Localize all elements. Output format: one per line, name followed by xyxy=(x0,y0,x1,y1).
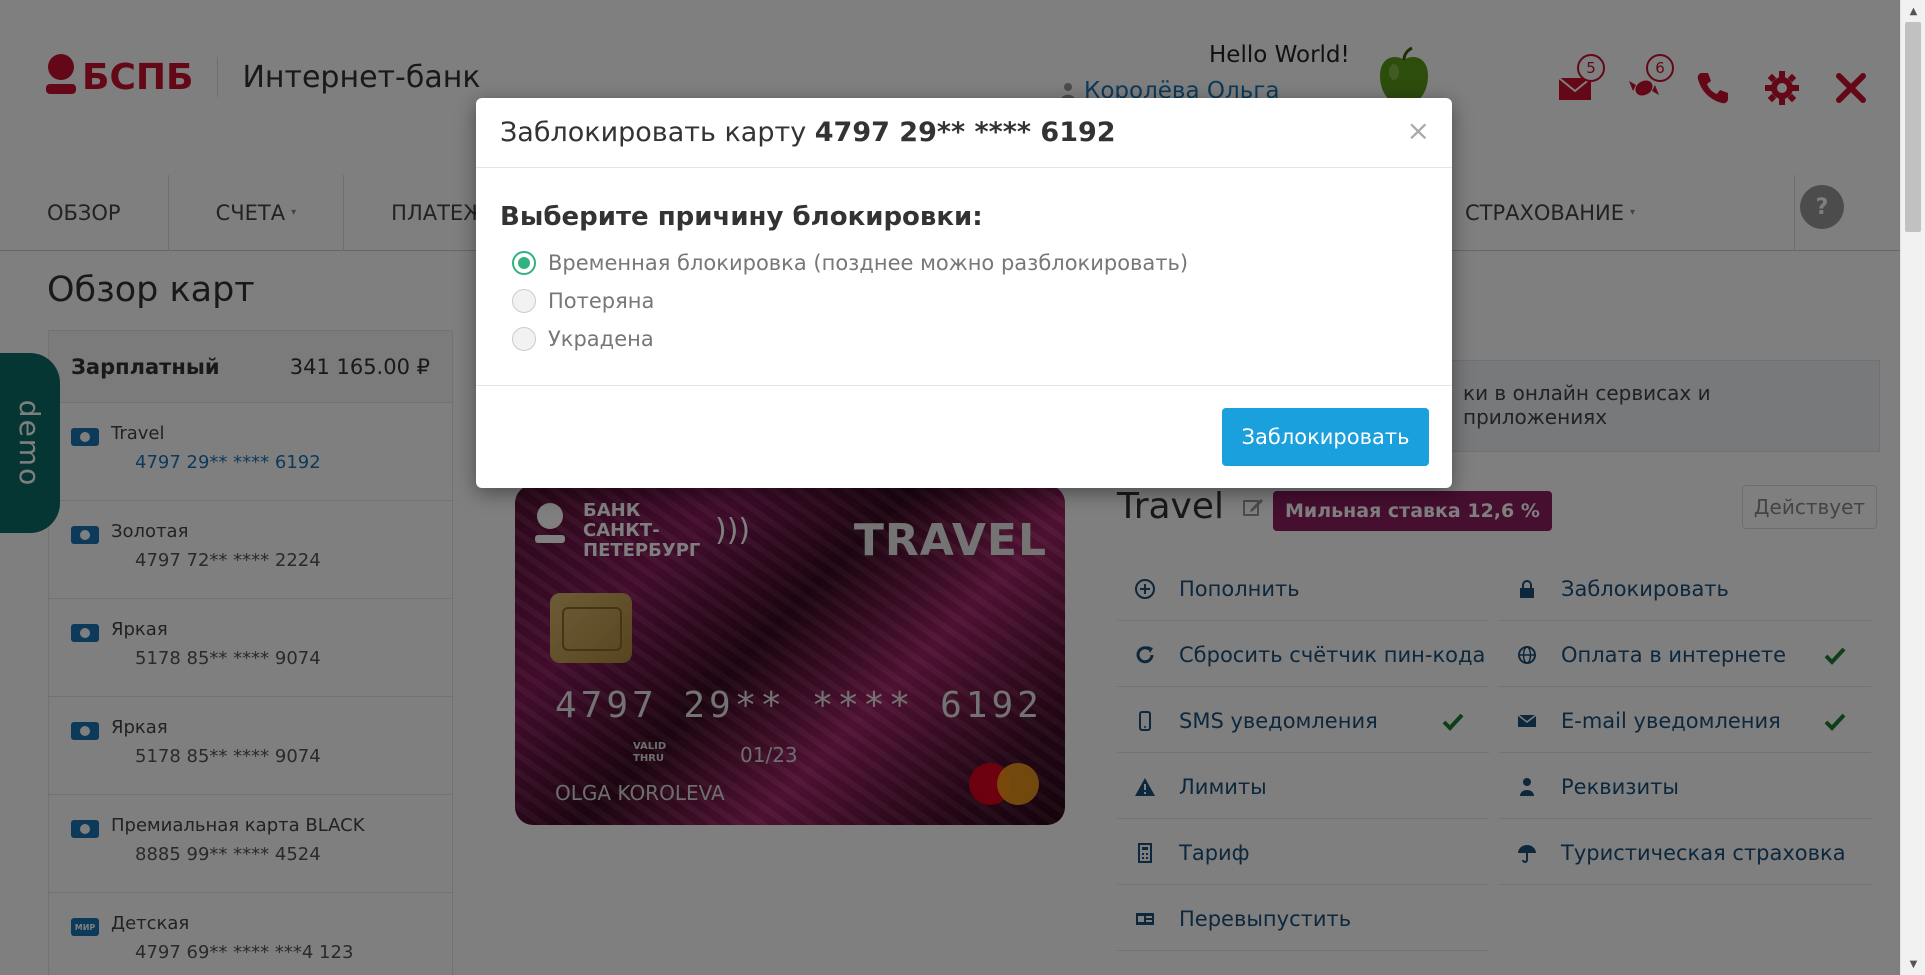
radio[interactable] xyxy=(512,327,536,351)
modal-body: Выберите причину блокировки: Временная б… xyxy=(476,168,1452,386)
block-card-submit-button[interactable]: Заблокировать xyxy=(1222,408,1429,466)
scroll-down-arrow-icon[interactable]: ▼ xyxy=(1901,953,1925,975)
block-reason-temporary[interactable]: Временная блокировка (позднее можно разб… xyxy=(500,244,1428,282)
modal-title: Заблокировать карту 4797 29** **** 6192 xyxy=(500,117,1116,148)
radio-checked[interactable] xyxy=(512,251,536,275)
modal-footer: Заблокировать xyxy=(476,386,1452,486)
scroll-thumb[interactable] xyxy=(1905,22,1921,232)
modal-title-text: Заблокировать карту xyxy=(500,117,815,148)
page-scrollbar[interactable]: ▲ ▼ xyxy=(1900,0,1925,975)
block-reason-lost[interactable]: Потеряна xyxy=(500,282,1428,320)
block-card-modal: Заблокировать карту 4797 29** **** 6192 … xyxy=(476,98,1452,488)
modal-header: Заблокировать карту 4797 29** **** 6192 … xyxy=(476,98,1452,168)
radio-label: Потеряна xyxy=(548,289,655,313)
modal-close-button[interactable]: × xyxy=(1407,114,1430,147)
block-reason-question: Выберите причину блокировки: xyxy=(500,202,983,232)
scroll-up-arrow-icon[interactable]: ▲ xyxy=(1901,0,1925,22)
radio[interactable] xyxy=(512,289,536,313)
radio-label: Украдена xyxy=(548,327,654,351)
block-reason-stolen[interactable]: Украдена xyxy=(500,320,1428,358)
modal-title-card-number: 4797 29** **** 6192 xyxy=(814,117,1116,148)
radio-label: Временная блокировка (позднее можно разб… xyxy=(548,251,1189,275)
